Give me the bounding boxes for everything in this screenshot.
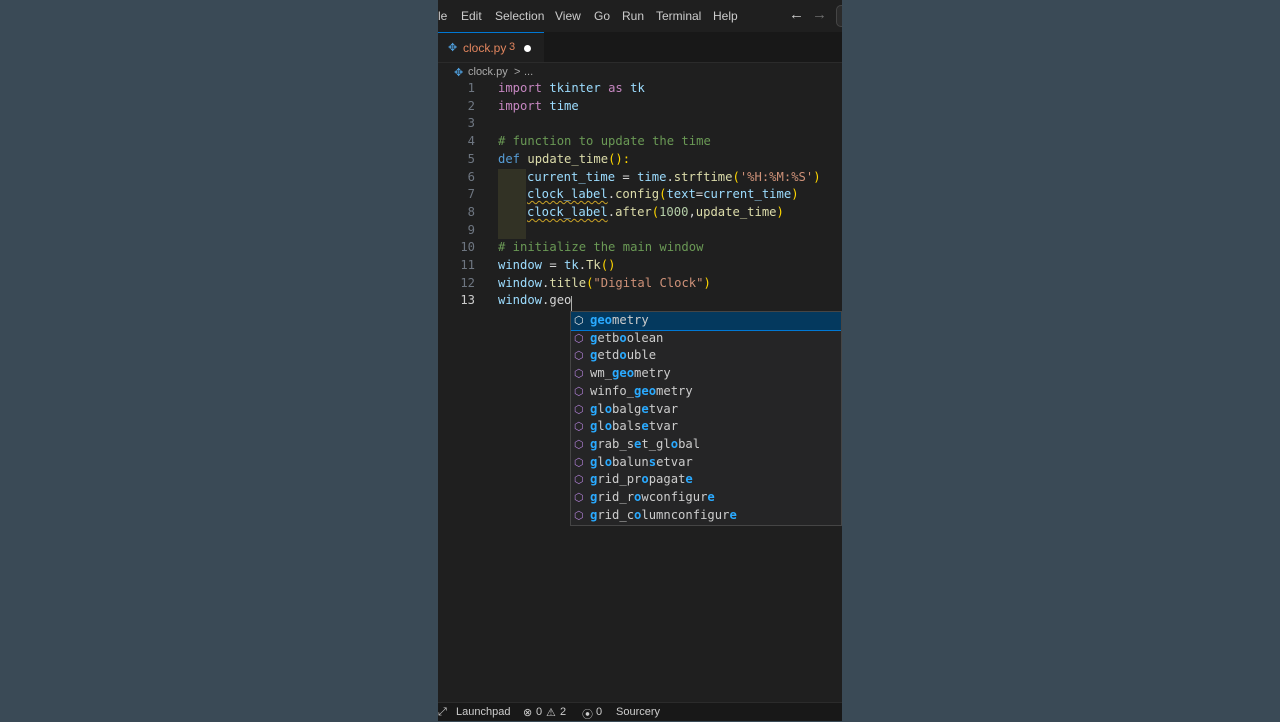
dot-icon[interactable] xyxy=(524,45,531,52)
line-number: 5 xyxy=(467,151,475,166)
code-line: 5 def update_time(): xyxy=(438,151,842,169)
code-line: 4 # function to update the time xyxy=(438,133,842,151)
sourcery-label[interactable]: Sourcery xyxy=(616,706,660,718)
line-number: 12 xyxy=(460,275,475,290)
line-number: 9 xyxy=(467,222,475,237)
line-number: 4 xyxy=(467,134,475,149)
arrow-right-icon[interactable]: → xyxy=(812,6,827,23)
tab-label: clock.py xyxy=(463,41,507,55)
suggestion-item[interactable]: ⬡ globalunsetvar xyxy=(571,454,841,472)
code-line: 2 import time xyxy=(438,98,842,116)
tab-clock-py[interactable]: ✥ clock.py 3 xyxy=(438,32,544,62)
line-number: 6 xyxy=(467,169,475,184)
method-cube-icon: ⬡ xyxy=(574,367,584,381)
error-count[interactable]: 0 xyxy=(536,706,542,718)
menu-help[interactable]: Help xyxy=(713,9,738,23)
line-number: 1 xyxy=(467,81,475,95)
method-cube-icon: ⬡ xyxy=(574,491,584,504)
launchpad-icon[interactable]: ⤢ xyxy=(438,706,447,719)
line-number: 8 xyxy=(467,204,475,219)
problem-count-badge: 3 xyxy=(509,41,516,53)
menu-run[interactable]: Run xyxy=(622,9,644,23)
warning-count[interactable]: 2 xyxy=(560,706,566,718)
python-icon: ✥ xyxy=(454,67,464,79)
line-number: 13 xyxy=(460,293,475,308)
method-cube-icon: ⬡ xyxy=(574,508,584,522)
suggestion-item[interactable]: ⬡ wm_geometry xyxy=(571,365,841,383)
code-line: 11 window = tk.Tk() xyxy=(438,257,842,275)
code-line: 7 clock_label.config(text=current_time) xyxy=(438,186,842,204)
python-icon: ✥ xyxy=(448,42,458,54)
suggestion-item[interactable]: ⬡ geometry xyxy=(571,312,841,331)
text-cursor xyxy=(571,296,572,311)
menu-terminal[interactable]: Terminal xyxy=(656,9,701,23)
ports-count[interactable]: 0 xyxy=(596,706,602,718)
code-line: 12 window.title("Digital Clock") xyxy=(438,275,842,293)
suggestion-item[interactable]: ⬡ getdouble xyxy=(571,347,841,365)
line-number: 10 xyxy=(460,240,475,255)
tab-bar: ✥ clock.py 3 xyxy=(438,32,842,63)
warning-icon[interactable]: ⚠ xyxy=(546,706,556,719)
menu-file[interactable]: le xyxy=(438,9,447,23)
method-cube-icon: ⬡ xyxy=(574,473,584,487)
line-number: 7 xyxy=(467,187,475,202)
breadcrumb: ✥ clock.py > ... xyxy=(438,62,842,82)
method-cube-icon: ⬡ xyxy=(574,455,584,469)
code-line: 8 clock_label.after(1000,update_time) xyxy=(438,204,842,222)
code-line: 6 current_time = time.strftime('%H:%M:%S… xyxy=(438,169,842,187)
menu-selection[interactable]: Selection xyxy=(495,9,544,23)
breadcrumb-more[interactable]: ... xyxy=(524,66,533,78)
suggestion-item[interactable]: ⬡ globalsetvar xyxy=(571,418,841,436)
code-line: 13 window.geo xyxy=(438,292,842,310)
status-bar: ⤢ Launchpad ⊗ 0 ⚠ 2 ⦿ 0 Sourcery xyxy=(438,702,842,721)
autocomplete-widget[interactable]: ⬡ geometry ⬡ getboolean ⬡ getdouble ⬡ wm… xyxy=(570,311,842,526)
method-cube-icon: ⬡ xyxy=(574,314,584,327)
line-number: 2 xyxy=(467,98,475,113)
method-cube-icon: ⬡ xyxy=(574,331,584,345)
code-line: 3 xyxy=(438,115,842,133)
method-cube-icon: ⬡ xyxy=(574,402,584,416)
suggestion-item[interactable]: ⬡ grid_propagate xyxy=(571,471,841,489)
launchpad-label[interactable]: Launchpad xyxy=(456,706,510,718)
line-number: 3 xyxy=(467,116,475,131)
menu-bar: le Edit Selection View Go Run Terminal H… xyxy=(438,0,842,32)
suggestion-item[interactable]: ⬡ getboolean xyxy=(571,330,841,348)
suggestion-item[interactable]: ⬡ grid_rowconfigure xyxy=(571,489,841,507)
suggestion-item[interactable]: ⬡ grid_columnconfigure xyxy=(571,507,841,525)
menu-go[interactable]: Go xyxy=(594,9,610,23)
menu-view[interactable]: View xyxy=(555,9,581,23)
suggestion-item[interactable]: ⬡ globalgetvar xyxy=(571,401,841,419)
menu-edit[interactable]: Edit xyxy=(461,9,482,23)
code-line: 10 # initialize the main window xyxy=(438,239,842,257)
method-cube-icon: ⬡ xyxy=(574,384,584,398)
code-line: 9 xyxy=(438,222,842,240)
breadcrumb-separator: > xyxy=(514,66,521,78)
command-center[interactable] xyxy=(836,5,842,27)
arrow-left-icon[interactable]: ← xyxy=(789,6,804,23)
code-line: 1 import tkinter as tk xyxy=(438,80,842,98)
method-cube-icon: ⬡ xyxy=(574,437,584,451)
method-cube-icon: ⬡ xyxy=(574,349,584,363)
breadcrumb-file[interactable]: clock.py xyxy=(468,66,508,78)
suggestion-item[interactable]: ⬡ grab_set_global xyxy=(571,436,841,454)
error-icon[interactable]: ⊗ xyxy=(523,706,532,719)
suggestion-item[interactable]: ⬡ winfo_geometry xyxy=(571,383,841,401)
line-number: 11 xyxy=(460,258,475,272)
method-cube-icon: ⬡ xyxy=(574,420,584,434)
